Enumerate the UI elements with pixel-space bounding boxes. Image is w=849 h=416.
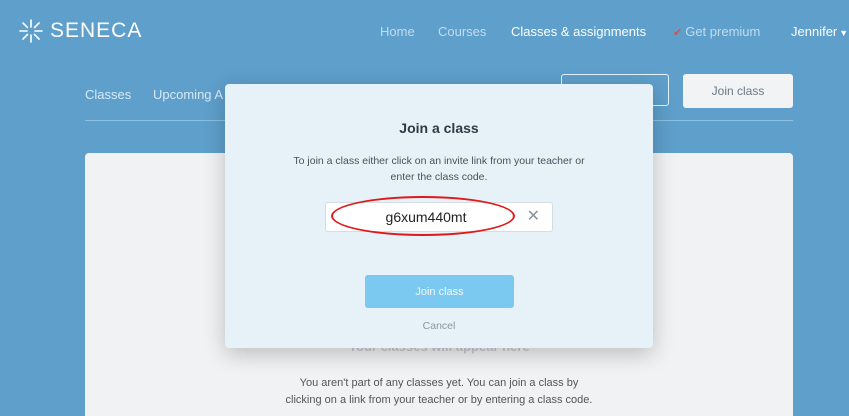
nav-courses[interactable]: Courses — [438, 24, 486, 39]
tab-classes[interactable]: Classes — [85, 87, 131, 102]
modal-description-line-1: To join a class either click on an invit… — [293, 155, 585, 167]
empty-state-line-1: You aren't part of any classes yet. You … — [299, 377, 579, 389]
modal-description-line-2: enter the class code. — [390, 171, 488, 183]
cancel-link[interactable]: Cancel — [225, 320, 653, 332]
caret-down-icon: ▼ — [839, 28, 849, 38]
class-code-input[interactable] — [326, 203, 526, 231]
nav-classes-assignments[interactable]: Classes & assignments — [511, 24, 646, 39]
seneca-asterisk-icon — [19, 19, 43, 43]
premium-label: Get premium — [685, 24, 761, 39]
class-code-field: ✕ — [325, 202, 553, 232]
tab-upcoming-assignments[interactable]: Upcoming A — [153, 87, 223, 102]
empty-state-text: You aren't part of any classes yet. You … — [85, 375, 793, 409]
star-icon: ✔ — [673, 27, 683, 39]
modal-description: To join a class either click on an invit… — [269, 153, 609, 185]
user-name: Jennifer — [791, 24, 838, 39]
close-icon[interactable]: ✕ — [527, 208, 540, 226]
empty-state-line-2: clicking on a link from your teacher or … — [285, 394, 593, 406]
user-menu[interactable]: Jennifer ▼ — [791, 24, 848, 39]
join-class-modal: Join a class To join a class either clic… — [225, 84, 653, 348]
join-class-button[interactable]: Join class — [683, 74, 793, 108]
nav-get-premium[interactable]: ✔ Get premium — [673, 24, 760, 39]
join-class-submit-button[interactable]: Join class — [365, 275, 514, 308]
top-navigation: SENECA Home Courses Classes & assignment… — [0, 0, 849, 62]
seneca-logo[interactable]: SENECA — [18, 18, 142, 44]
brand-name: SENECA — [50, 19, 143, 42]
modal-title: Join a class — [399, 120, 479, 136]
nav-home[interactable]: Home — [380, 24, 415, 39]
